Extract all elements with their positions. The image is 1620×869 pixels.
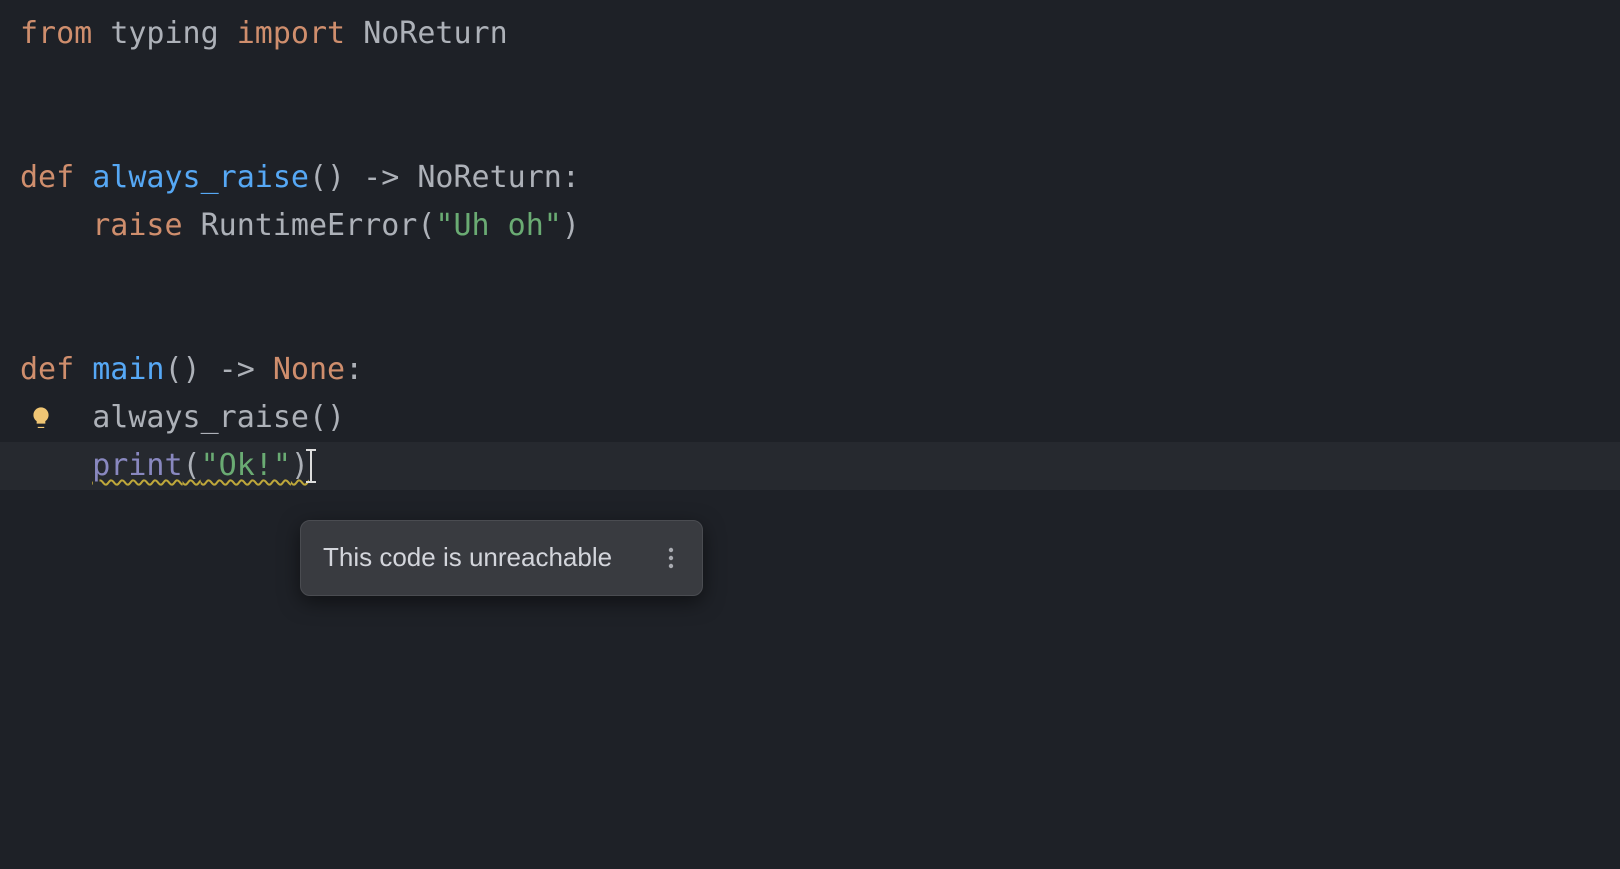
function-call: always_raise bbox=[92, 394, 309, 442]
paren-open: ( bbox=[417, 202, 435, 250]
builtin-call: print bbox=[92, 448, 182, 483]
keyword-def: def bbox=[20, 154, 74, 202]
colon: : bbox=[345, 346, 363, 394]
exception-class: RuntimeError bbox=[201, 202, 418, 250]
return-type: NoReturn bbox=[417, 154, 562, 202]
arrow: -> bbox=[345, 154, 417, 202]
keyword-raise: raise bbox=[92, 202, 182, 250]
code-editor[interactable]: from typing import NoReturn def always_r… bbox=[0, 0, 1620, 500]
arrow: -> bbox=[201, 346, 273, 394]
colon: : bbox=[562, 154, 580, 202]
code-line-current[interactable]: print("Ok!") bbox=[0, 442, 1620, 490]
code-line[interactable]: def main() -> None: bbox=[0, 346, 1620, 394]
code-line[interactable]: def always_raise() -> NoReturn: bbox=[0, 154, 1620, 202]
function-name: always_raise bbox=[92, 154, 309, 202]
more-vertical-icon[interactable] bbox=[662, 546, 680, 570]
warning-squiggle: print("Ok!") bbox=[92, 442, 309, 490]
paren-close: ) bbox=[562, 202, 580, 250]
return-type-none: None bbox=[273, 346, 345, 394]
code-line[interactable]: always_raise() bbox=[0, 394, 1620, 442]
paren-open: ( bbox=[183, 448, 201, 483]
keyword-from: from bbox=[20, 10, 92, 58]
code-line[interactable]: raise RuntimeError("Uh oh") bbox=[0, 202, 1620, 250]
parens: () bbox=[165, 346, 201, 394]
keyword-import: import bbox=[237, 10, 345, 58]
parens: () bbox=[309, 394, 345, 442]
code-line-blank[interactable] bbox=[0, 298, 1620, 346]
code-line-blank[interactable] bbox=[0, 58, 1620, 106]
diagnostic-tooltip: This code is unreachable bbox=[300, 520, 703, 596]
string-literal: "Uh oh" bbox=[435, 202, 561, 250]
paren-close: ) bbox=[291, 448, 309, 483]
module-name: typing bbox=[110, 10, 218, 58]
code-line-blank[interactable] bbox=[0, 250, 1620, 298]
text-cursor bbox=[310, 449, 312, 483]
parens: () bbox=[309, 154, 345, 202]
tooltip-message: This code is unreachable bbox=[323, 537, 612, 579]
string-literal: "Ok!" bbox=[201, 448, 291, 483]
type-name: NoReturn bbox=[363, 10, 508, 58]
code-line[interactable]: from typing import NoReturn bbox=[0, 10, 1620, 58]
code-line-blank[interactable] bbox=[0, 106, 1620, 154]
